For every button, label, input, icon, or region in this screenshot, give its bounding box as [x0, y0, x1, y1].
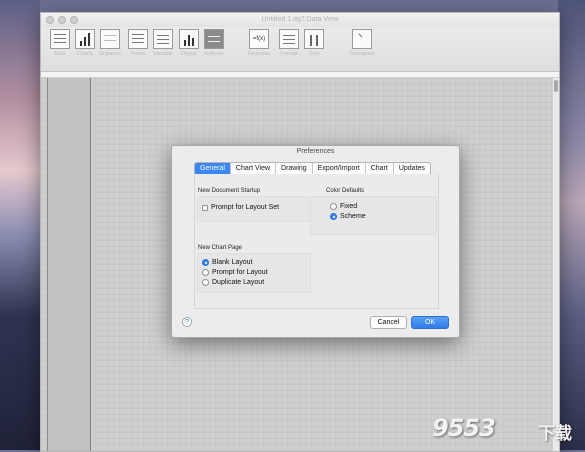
object-chart-icon: [179, 29, 199, 49]
toolbar-label: Transpose: [349, 51, 375, 57]
ok-button[interactable]: OK: [411, 316, 449, 329]
blank-layout-radio[interactable]: [202, 259, 209, 266]
refresh-icon: [204, 29, 224, 49]
desktop-wallpaper-left: [0, 0, 40, 450]
toolbar-label: Refresh: [204, 51, 224, 57]
color-scheme-radio[interactable]: [330, 213, 337, 220]
sort-icon: [304, 29, 324, 49]
toolbar-label: Organize: [98, 51, 122, 57]
prompt-layout-option[interactable]: Prompt for Layout: [202, 269, 268, 276]
new-document-startup-heading: New Document Startup: [198, 188, 261, 194]
cancel-button[interactable]: Cancel: [370, 316, 407, 329]
color-defaults-heading: Color Defaults: [326, 188, 365, 194]
watermark-suffix: 下载: [538, 424, 572, 444]
bar-chart-icon: [75, 29, 95, 49]
help-icon: ?: [185, 319, 189, 326]
general-pane: New Document Startup Prompt for Layout S…: [194, 174, 439, 309]
dialog-title: Preferences: [296, 148, 335, 155]
formula-fx-icon: =f(x): [249, 29, 269, 49]
window-titlebar[interactable]: Untitled 1.dg7:Data View: [41, 13, 559, 27]
window-title: Untitled 1.dg7:Data View: [261, 16, 339, 23]
toolbar-label: Sort: [308, 51, 320, 57]
prompt-layout-set-option[interactable]: Prompt for Layout Set: [202, 204, 279, 211]
toolbar-refresh-button[interactable]: Refresh: [199, 29, 229, 57]
prompt-layout-radio[interactable]: [202, 269, 209, 276]
vertical-scrollbar[interactable]: [552, 78, 559, 451]
preferences-dialog: Preferences General Chart View Drawing E…: [171, 145, 460, 338]
help-button[interactable]: ?: [182, 317, 192, 327]
duplicate-layout-option[interactable]: Duplicate Layout: [202, 279, 264, 286]
row-gutter: [47, 78, 91, 451]
insert-icon: [128, 29, 148, 49]
new-chart-page-heading: New Chart Page: [198, 245, 243, 251]
prompt-layout-set-checkbox[interactable]: [202, 204, 208, 211]
blank-layout-option[interactable]: Blank Layout: [202, 259, 252, 266]
duplicate-layout-radio[interactable]: [202, 279, 209, 286]
color-fixed-option[interactable]: Fixed: [330, 203, 357, 210]
prompt-layout-label: Prompt for Layout: [212, 269, 268, 276]
organize-icon: [100, 29, 120, 49]
color-fixed-radio[interactable]: [330, 203, 337, 210]
color-fixed-label: Fixed: [340, 203, 358, 210]
transpose-icon: [352, 29, 372, 49]
prompt-layout-set-label: Prompt for Layout Set: [211, 204, 280, 211]
variable-icon: [153, 29, 173, 49]
format-icon: [279, 29, 299, 49]
formula-glyph: =f(x): [252, 36, 266, 42]
color-scheme-label: Scheme: [340, 213, 366, 220]
duplicate-layout-label: Duplicate Layout: [212, 279, 265, 286]
toolbar-label: Formulas: [247, 51, 271, 57]
toolbar-organize-button[interactable]: Organize: [95, 29, 125, 57]
color-scheme-option[interactable]: Scheme: [330, 213, 366, 220]
blank-layout-label: Blank Layout: [212, 259, 253, 266]
watermark-logo: 9553: [432, 414, 496, 442]
desktop-wallpaper-right: [558, 0, 585, 450]
toolbar-sort-button[interactable]: Sort: [299, 29, 329, 57]
toolbar-formulas-button[interactable]: =f(x) Formulas: [244, 29, 274, 57]
data-table-icon: [50, 29, 70, 49]
toolbar-transpose-button[interactable]: Transpose: [347, 29, 377, 57]
scroll-thumb[interactable]: [554, 80, 558, 92]
toolbar: Data Charts Organize Insert Variable Obj…: [41, 27, 559, 72]
